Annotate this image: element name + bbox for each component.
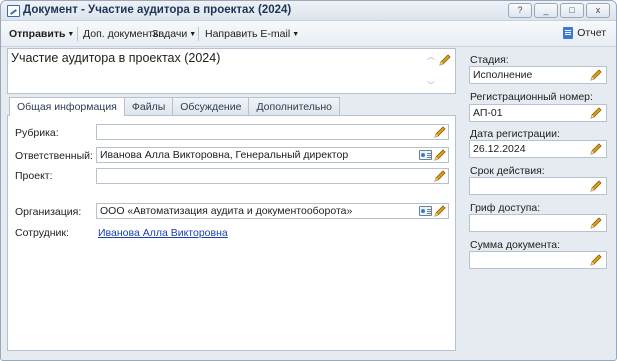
send-label: Отправить	[9, 28, 66, 40]
pencil-icon[interactable]	[589, 142, 603, 156]
scroll-down-icon[interactable]: ﹀	[427, 80, 435, 91]
stage-field[interactable]: Исполнение	[469, 66, 607, 84]
subject-text: Участие аудитора в проектах (2024)	[11, 51, 221, 65]
extra-docs-button[interactable]: Доп. документы	[83, 28, 161, 40]
amount-field[interactable]	[469, 251, 607, 269]
window-title: Документ - Участие аудитора в проектах (…	[23, 4, 292, 16]
maximize-button[interactable]: □	[560, 3, 584, 18]
pencil-icon[interactable]	[589, 253, 603, 267]
tab-discussion[interactable]: Обсуждение	[172, 97, 250, 115]
pencil-icon[interactable]	[589, 68, 603, 82]
employee-link[interactable]: Иванова Алла Викторовна	[98, 227, 228, 239]
contact-card-icon[interactable]	[419, 150, 432, 160]
minimize-button[interactable]: _	[534, 3, 558, 18]
responsible-field[interactable]: Иванова Алла Викторовна, Генеральный дир…	[96, 147, 449, 163]
pencil-icon[interactable]	[433, 148, 447, 162]
report-icon	[563, 27, 574, 39]
pencil-icon[interactable]	[433, 204, 447, 218]
help-button[interactable]: ?	[508, 3, 532, 18]
project-label: Проект:	[15, 170, 53, 182]
chevron-down-icon: ▼	[292, 31, 300, 38]
project-field[interactable]	[96, 168, 449, 184]
tasks-menu-button[interactable]: Задачи ▼	[152, 28, 196, 40]
toolbar: Отправить ▼ Доп. документы Задачи ▼ Направ…	[1, 21, 616, 47]
pencil-icon[interactable]	[589, 106, 603, 120]
employee-label: Сотрудник:	[15, 227, 69, 239]
access-field[interactable]	[469, 214, 607, 232]
validity-field[interactable]	[469, 177, 607, 195]
tasks-label: Задачи	[152, 28, 188, 40]
send-menu-button[interactable]: Отправить ▼	[9, 28, 74, 40]
document-window: Документ - Участие аудитора в проектах (…	[0, 0, 617, 361]
chevron-down-icon: ▼	[67, 31, 75, 38]
reg-date-field[interactable]: 26.12.2024	[469, 140, 607, 158]
pencil-icon[interactable]	[433, 125, 447, 139]
tab-general[interactable]: Общая информация	[9, 97, 125, 116]
tab-bar: Общая информация Файлы Обсуждение Дополн…	[9, 97, 341, 116]
reg-date-label: Дата регистрации:	[470, 128, 560, 140]
pencil-icon[interactable]	[589, 179, 603, 193]
scroll-up-icon[interactable]: ︿	[427, 51, 435, 62]
rubric-field[interactable]	[96, 124, 449, 140]
toolbar-divider	[77, 27, 78, 41]
validity-label: Срок действия:	[470, 165, 545, 177]
tab-files[interactable]: Файлы	[123, 97, 174, 115]
general-info-panel: Рубрика: Ответственный: Иванова Алла Вик…	[7, 115, 456, 351]
subject-textarea[interactable]: Участие аудитора в проектах (2024) ︿ ﹀	[7, 48, 456, 94]
responsible-label: Ответственный:	[15, 150, 93, 162]
tab-additional[interactable]: Дополнительно	[248, 97, 341, 115]
send-email-menu-button[interactable]: Направить E-mail ▼	[205, 28, 299, 40]
organization-field[interactable]: ООО «Автоматизация аудита и документообо…	[96, 203, 449, 219]
window-controls: ? _ □ x	[508, 3, 610, 18]
report-label: Отчет	[577, 27, 606, 39]
stage-label: Стадия:	[470, 54, 509, 66]
reg-number-label: Регистрационный номер:	[470, 91, 593, 103]
title-bar: Документ - Участие аудитора в проектах (…	[1, 1, 616, 21]
organization-label: Организация:	[15, 206, 82, 218]
pencil-icon[interactable]	[589, 216, 603, 230]
send-email-label: Направить E-mail	[205, 28, 291, 40]
toolbar-divider	[198, 27, 199, 41]
pencil-icon[interactable]	[433, 169, 447, 183]
rubric-label: Рубрика:	[15, 127, 59, 139]
report-button[interactable]: Отчет	[563, 27, 606, 39]
access-label: Гриф доступа:	[470, 202, 541, 214]
pencil-icon[interactable]	[438, 53, 452, 67]
amount-label: Сумма документа:	[470, 239, 561, 251]
document-edit-icon	[7, 5, 20, 17]
close-button[interactable]: x	[586, 3, 610, 18]
contact-card-icon[interactable]	[419, 206, 432, 216]
reg-number-field[interactable]: АП-01	[469, 104, 607, 122]
chevron-down-icon: ▼	[189, 31, 197, 38]
